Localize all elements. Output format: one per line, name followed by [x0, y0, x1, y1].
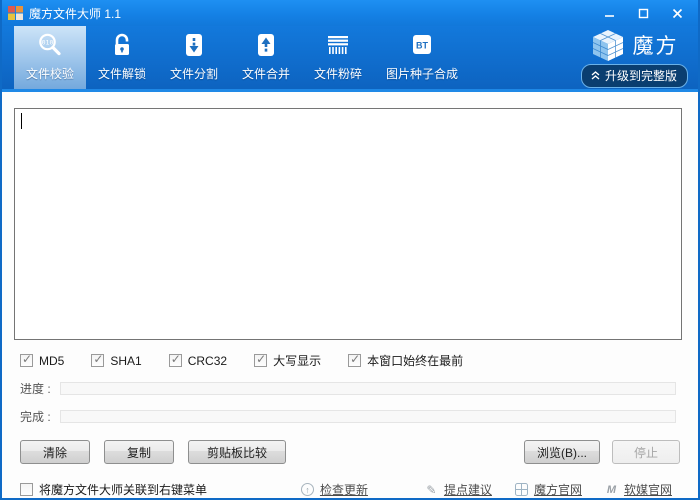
check-update-link[interactable]: ↑ 检查更新 — [300, 481, 368, 498]
checkbox-label: MD5 — [39, 353, 65, 368]
window-controls — [592, 0, 694, 26]
footer-row: 将魔方文件大师关联到右键菜单 ↑ 检查更新 ✎ 提点建议 魔方官网 M 软媒官网 — [20, 481, 672, 498]
link-label: 检查更新 — [319, 483, 368, 497]
unlock-padlock-icon — [109, 29, 135, 61]
brand-name: 魔方 — [632, 35, 679, 58]
tab-file-shred[interactable]: 文件粉碎 — [302, 26, 374, 89]
tab-image-torrent-merge[interactable]: BT 图片种子合成 — [374, 26, 470, 89]
update-arrow-icon: ↑ — [300, 482, 315, 497]
progress-label: 进度 : — [20, 382, 51, 396]
upgrade-button[interactable]: 升级到完整版 — [580, 64, 688, 88]
close-button[interactable] — [660, 2, 694, 24]
ruanmei-site-link[interactable]: M 软媒官网 — [604, 481, 672, 498]
file-list-area[interactable] — [14, 108, 682, 340]
toolbar: 010 文件校验 文件解锁 文件分割 文件合并 文件粉碎 BT 图片种子合成 魔… — [2, 26, 698, 92]
checksum-magnifier-icon: 010 — [36, 29, 64, 61]
minimize-button[interactable] — [592, 2, 626, 24]
tab-label: 文件粉碎 — [313, 67, 362, 81]
titlebar: 魔方文件大师 1.1 — [2, 0, 698, 26]
bt-badge-icon: BT — [409, 29, 435, 61]
tab-label: 文件分割 — [169, 67, 218, 81]
stop-button[interactable]: 停止 — [612, 440, 680, 464]
link-label: 软媒官网 — [623, 483, 672, 497]
checkbox-always-on-top[interactable]: 本窗口始终在最前 — [348, 352, 463, 369]
pencil-icon: ✎ — [426, 482, 437, 497]
svg-text:BT: BT — [416, 41, 428, 51]
checkbox-label: 大写显示 — [273, 354, 322, 368]
footer-links: ↑ 检查更新 ✎ 提点建议 魔方官网 M 软媒官网 — [300, 481, 672, 498]
hash-options-row: MD5 SHA1 CRC32 大写显示 本窗口始终在最前 — [20, 352, 698, 369]
checkbox-crc32[interactable]: CRC32 — [168, 352, 228, 368]
checkbox-box — [20, 483, 33, 496]
text-caret — [21, 113, 22, 129]
checkbox-box — [254, 352, 268, 367]
tab-label: 文件解锁 — [97, 67, 146, 81]
progress-bar — [60, 382, 676, 395]
browse-button[interactable]: 浏览(B)... — [524, 440, 600, 464]
mofang-cube-logo — [593, 30, 624, 61]
tab-file-checksum[interactable]: 010 文件校验 — [14, 26, 86, 89]
cube-grid-icon — [514, 482, 529, 497]
link-label: 魔方官网 — [533, 483, 582, 497]
clear-button[interactable]: 清除 — [20, 440, 90, 464]
checkbox-label: 将魔方文件大师关联到右键菜单 — [39, 483, 208, 497]
complete-row: 完成 : — [20, 408, 676, 425]
clipboard-compare-button[interactable]: 剪贴板比较 — [188, 440, 286, 464]
checkbox-md5[interactable]: MD5 — [20, 352, 65, 368]
maximize-button[interactable] — [626, 2, 660, 24]
svg-text:010: 010 — [42, 38, 54, 46]
complete-label: 完成 : — [20, 410, 51, 424]
main-content: MD5 SHA1 CRC32 大写显示 本窗口始终在最前 进度 : — [2, 108, 698, 498]
progress-row: 进度 : — [20, 380, 676, 397]
mofang-site-link[interactable]: 魔方官网 — [514, 481, 582, 498]
suggestion-link[interactable]: ✎ 提点建议 — [424, 481, 492, 498]
checkbox-box — [20, 352, 33, 367]
checkbox-label: SHA1 — [110, 353, 142, 368]
tab-label: 图片种子合成 — [385, 67, 458, 81]
upgrade-label: 升级到完整版 — [604, 69, 677, 83]
copy-button[interactable]: 复制 — [104, 440, 174, 464]
ruanmei-m-icon: M — [606, 483, 617, 496]
file-split-icon — [181, 29, 207, 61]
link-label: 提点建议 — [443, 483, 492, 497]
checkbox-sha1[interactable]: SHA1 — [91, 352, 142, 368]
tab-label: 文件合并 — [241, 67, 290, 81]
toolbar-tabs: 010 文件校验 文件解锁 文件分割 文件合并 文件粉碎 BT 图片种子合成 — [14, 26, 470, 89]
file-shredder-icon — [324, 29, 352, 61]
checkbox-box — [91, 352, 105, 367]
brand-area: 魔方 升级到完整版 — [580, 27, 688, 88]
tab-file-merge[interactable]: 文件合并 — [230, 26, 302, 89]
tab-file-split[interactable]: 文件分割 — [158, 26, 230, 89]
app-logo-icon — [8, 6, 23, 20]
file-merge-icon — [253, 29, 279, 61]
window-title: 魔方文件大师 1.1 — [29, 6, 122, 21]
checkbox-box — [348, 352, 362, 367]
checkbox-box — [168, 352, 182, 367]
associate-context-menu-checkbox[interactable]: 将魔方文件大师关联到右键菜单 — [20, 481, 207, 498]
app-window: 魔方文件大师 1.1 010 文件校验 文件解锁 文件分割 文件合并 文件粉碎 … — [0, 0, 700, 500]
tab-file-unlock[interactable]: 文件解锁 — [86, 26, 158, 89]
tab-label: 文件校验 — [25, 67, 74, 81]
checkbox-label: CRC32 — [187, 353, 228, 368]
complete-bar — [60, 410, 676, 423]
double-chevron-up-icon — [591, 71, 600, 80]
checkbox-label: 本窗口始终在最前 — [367, 354, 464, 368]
buttons-row: 清除 复制 剪贴板比较 浏览(B)... 停止 — [20, 440, 680, 464]
checkbox-uppercase[interactable]: 大写显示 — [254, 352, 321, 369]
